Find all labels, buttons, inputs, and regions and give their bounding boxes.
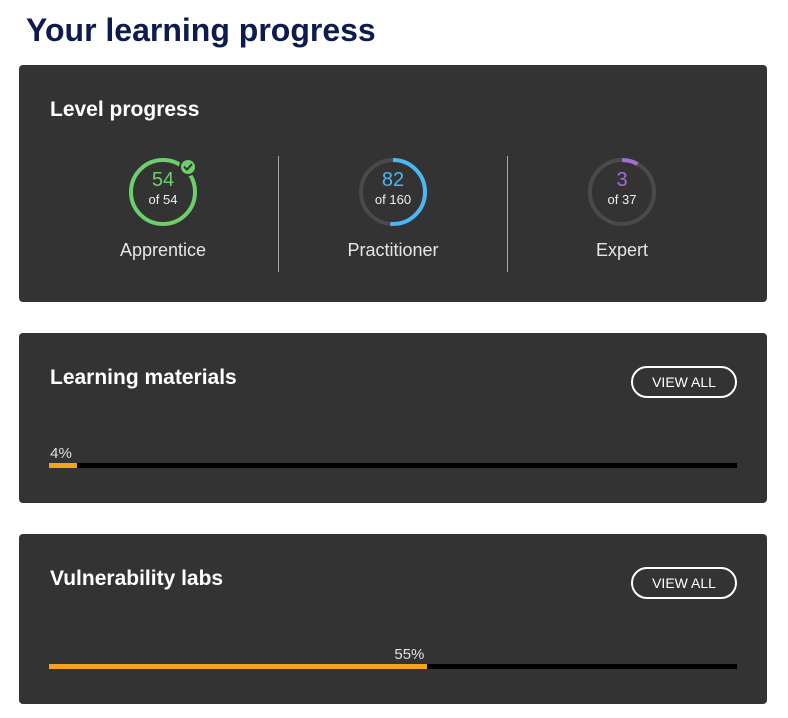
apprentice-ring-text: 54 of 54	[127, 170, 199, 208]
apprentice-total: of 54	[148, 192, 178, 207]
expert-ring-text: 3 of 37	[586, 170, 658, 208]
level-progress-title: Level progress	[50, 98, 200, 121]
expert-label: Expert	[595, 240, 649, 260]
level-practitioner: 82 of 160 Practitioner	[279, 156, 507, 261]
vulnerability-labs-progress-fill	[49, 664, 428, 669]
practitioner-label: Practitioner	[347, 240, 439, 260]
practitioner-progress-ring: 82 of 160	[357, 156, 429, 228]
practitioner-total: of 160	[374, 192, 412, 207]
apprentice-label: Apprentice	[119, 240, 207, 260]
practitioner-ring-text: 82 of 160	[357, 170, 429, 208]
learning-materials-view-all-button[interactable]: VIEW ALL	[631, 366, 737, 398]
page-title: Your learning progress	[26, 12, 376, 48]
expert-total: of 37	[607, 192, 637, 207]
apprentice-progress-ring: 54 of 54	[127, 156, 199, 228]
level-expert: 3 of 37 Expert	[508, 156, 736, 261]
learning-materials-title: Learning materials	[50, 366, 237, 389]
learning-materials-card: Learning materials VIEW ALL 4%	[19, 333, 767, 503]
expert-count: 3	[616, 169, 628, 191]
level-progress-card: Level progress 54 of 54 Apprentice 82 of…	[19, 65, 767, 302]
expert-progress-ring: 3 of 37	[586, 156, 658, 228]
vulnerability-labs-card: Vulnerability labs VIEW ALL 55%	[19, 534, 767, 704]
vulnerability-labs-title: Vulnerability labs	[50, 567, 224, 590]
practitioner-count: 82	[381, 169, 405, 191]
learning-materials-progress-track	[49, 463, 737, 468]
vulnerability-labs-progress-track	[49, 664, 737, 669]
level-apprentice: 54 of 54 Apprentice	[49, 156, 277, 261]
vulnerability-labs-view-all-button[interactable]: VIEW ALL	[631, 567, 737, 599]
vulnerability-labs-percent: 55%	[394, 646, 425, 663]
learning-materials-percent: 4%	[50, 445, 72, 462]
learning-materials-progress-fill	[49, 463, 77, 468]
apprentice-count: 54	[151, 169, 175, 191]
